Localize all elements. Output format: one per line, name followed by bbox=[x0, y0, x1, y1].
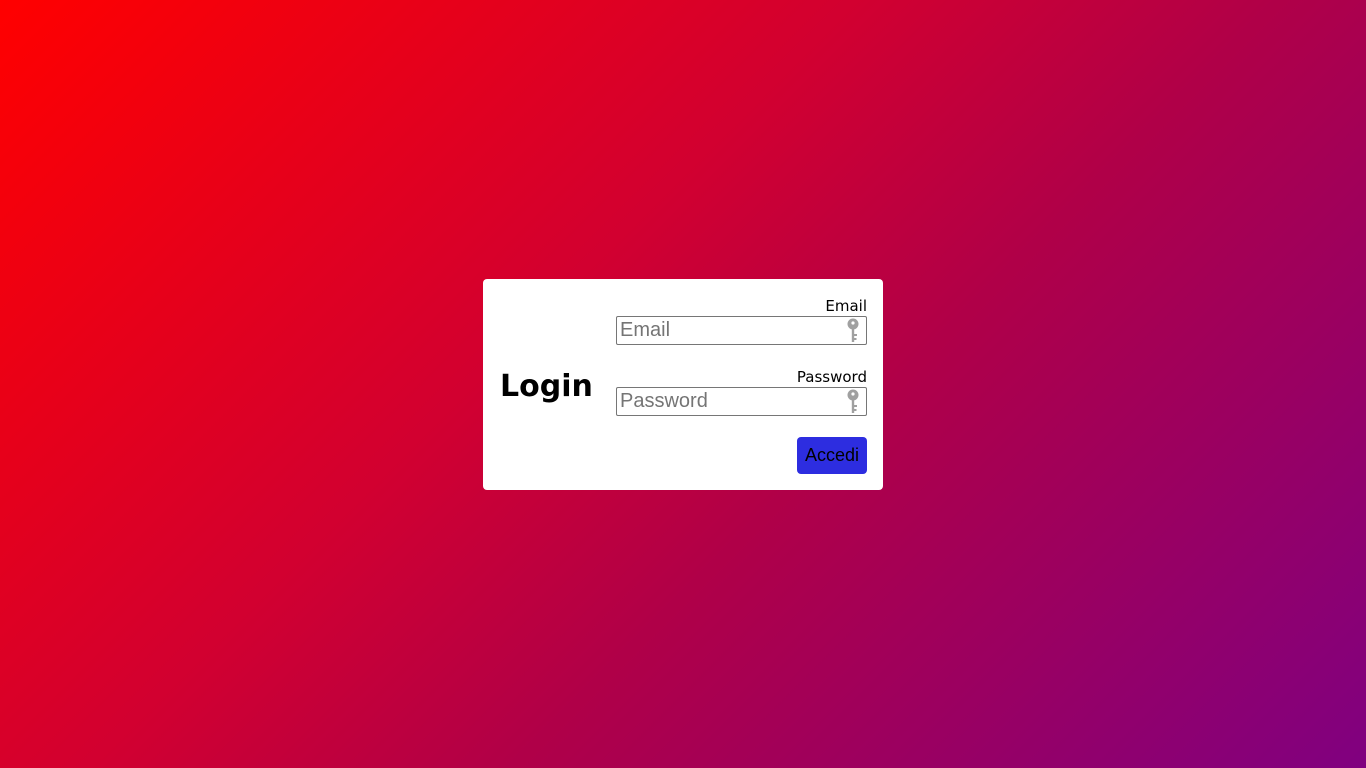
password-input[interactable] bbox=[616, 387, 867, 416]
login-title: Login bbox=[500, 369, 593, 404]
login-submit-button[interactable]: Accedi bbox=[797, 437, 867, 474]
email-input[interactable] bbox=[616, 316, 867, 345]
password-field-group: Password bbox=[616, 368, 867, 416]
login-card: Login Email Password Ac bbox=[483, 279, 883, 490]
password-input-wrapper bbox=[616, 387, 867, 416]
email-field-group: Email bbox=[616, 297, 867, 345]
email-label: Email bbox=[825, 297, 867, 315]
key-icon bbox=[847, 389, 859, 413]
key-icon bbox=[847, 318, 859, 342]
password-label: Password bbox=[796, 368, 867, 386]
email-input-wrapper bbox=[616, 316, 867, 345]
